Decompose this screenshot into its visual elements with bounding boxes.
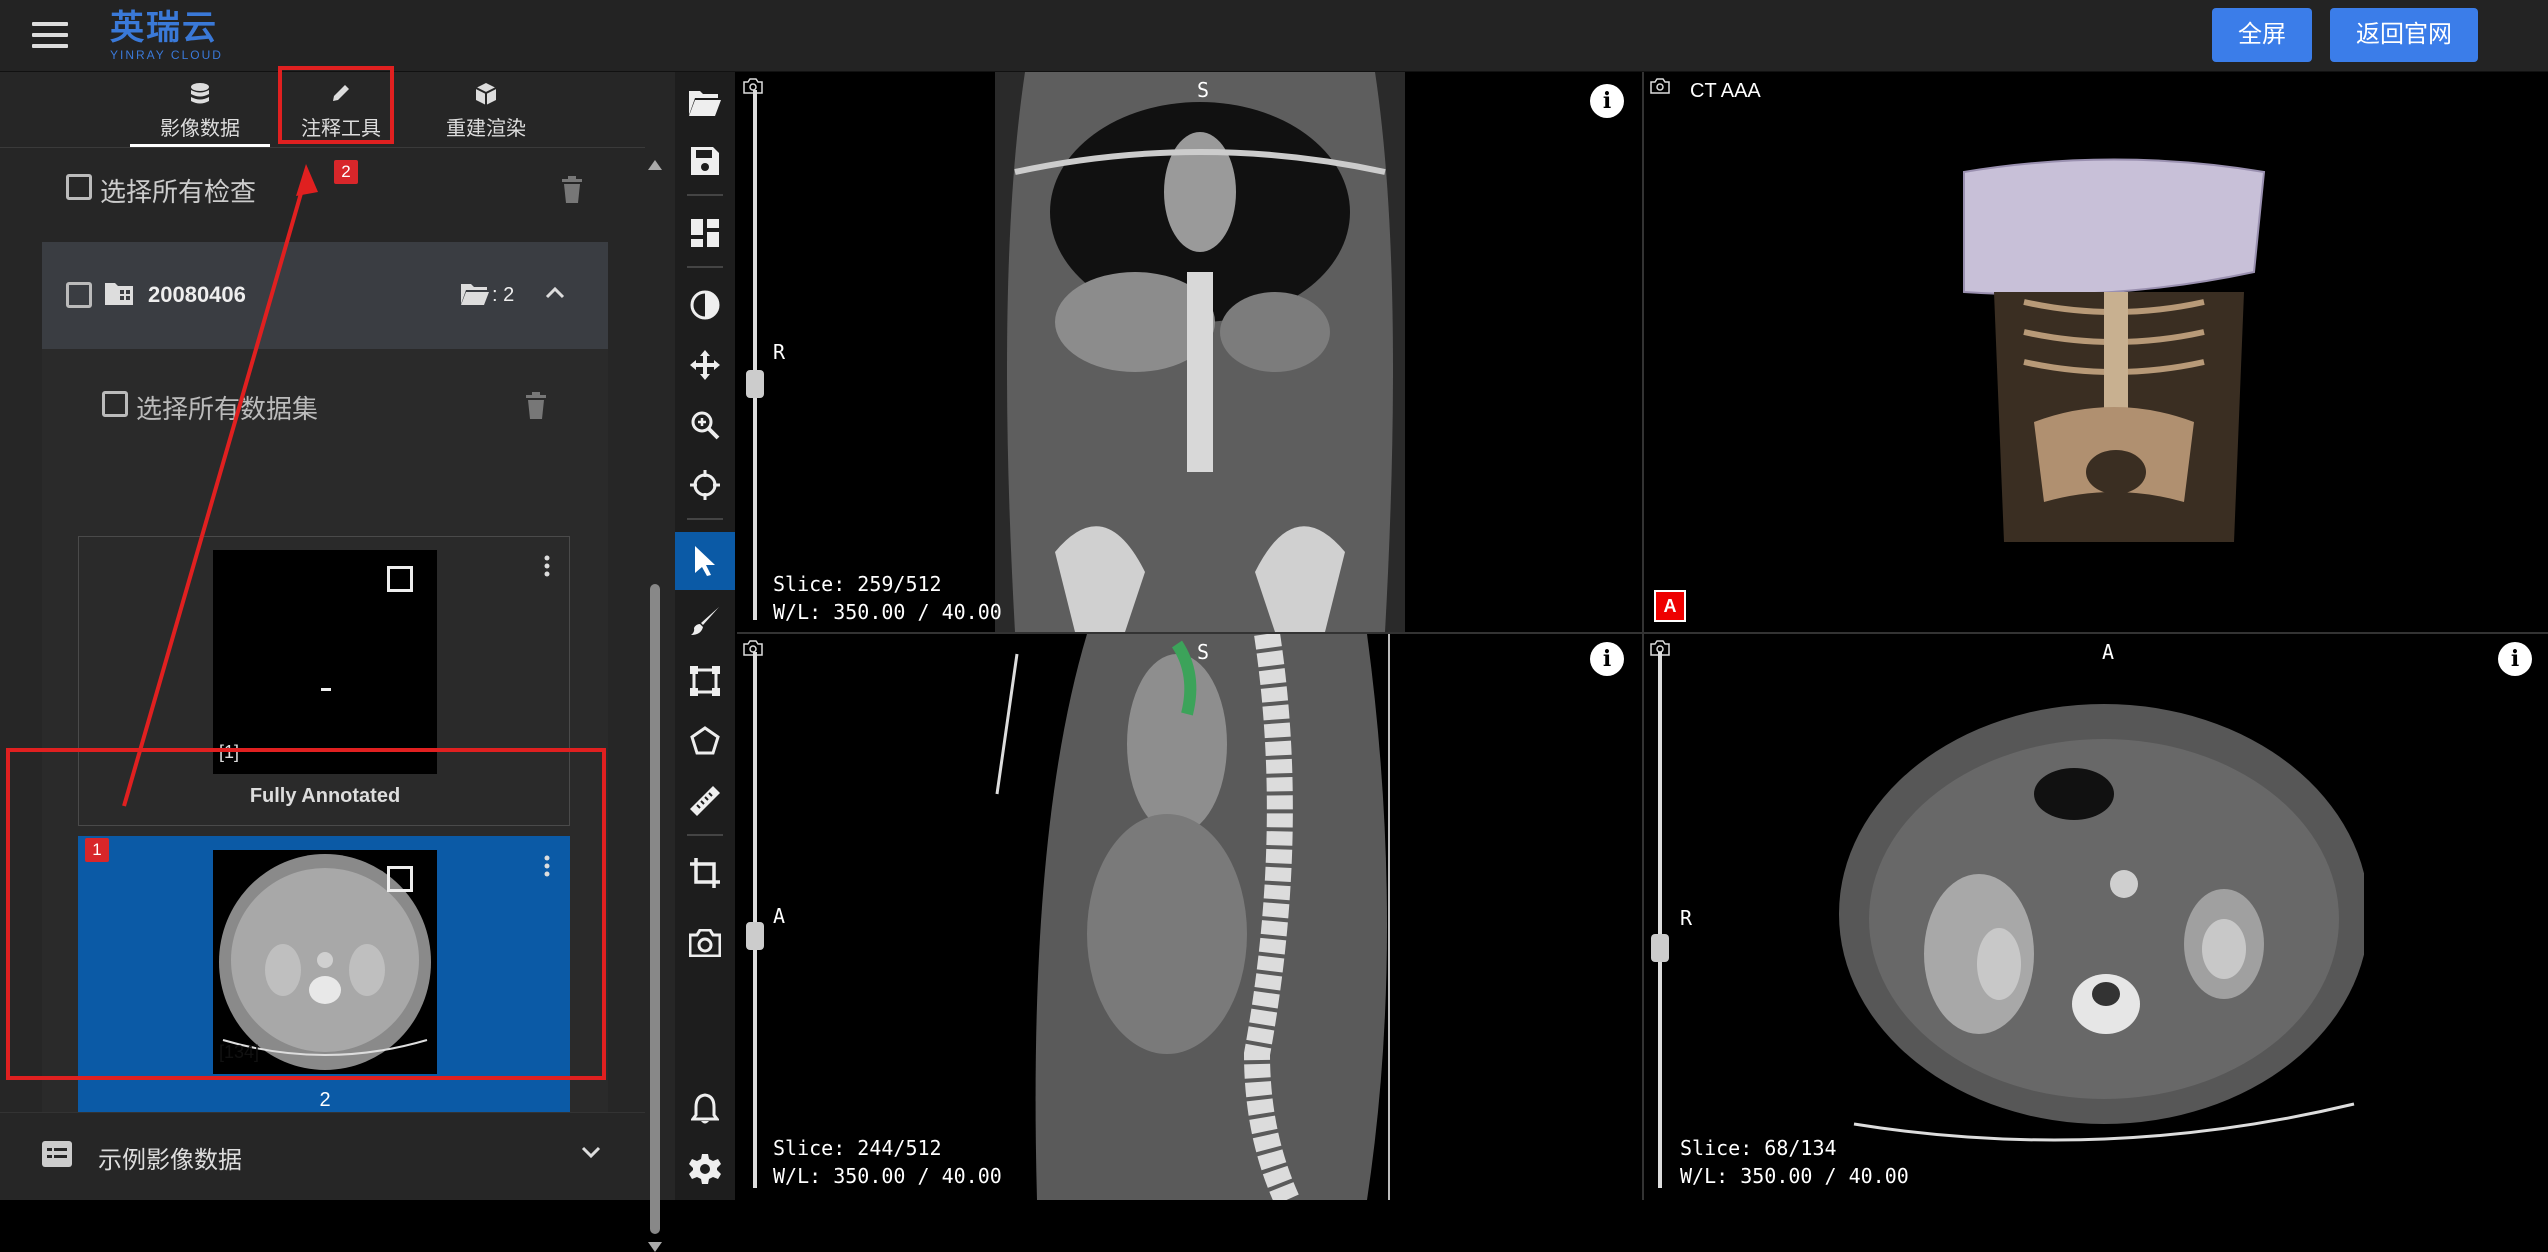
step-badge-1: 1 (85, 838, 109, 862)
crosshair-icon[interactable] (675, 456, 735, 514)
bell-icon[interactable] (675, 1080, 735, 1138)
contrast-icon[interactable] (675, 276, 735, 334)
screenshot-icon[interactable] (675, 914, 735, 972)
fullscreen-button[interactable]: 全屏 (2212, 8, 2312, 62)
orientation-left: R (773, 340, 786, 364)
viewport-coronal[interactable]: S R i Slice: 259/512 W/L: 350.00 / 40.00 (737, 72, 1642, 632)
tool-bar (675, 72, 735, 1200)
info-icon[interactable]: i (2498, 642, 2532, 676)
slice-slider-knob[interactable] (746, 922, 764, 950)
orientation-left: A (773, 904, 786, 928)
slice-slider-knob[interactable] (1651, 934, 1669, 962)
info-icon[interactable]: i (1590, 642, 1624, 676)
volume-render-image (1963, 158, 2266, 542)
slice-slider[interactable] (746, 90, 764, 620)
window-level: W/L: 350.00 / 40.00 (773, 1164, 1002, 1188)
slice-slider[interactable] (1651, 652, 1669, 1188)
bounding-box-icon[interactable] (675, 652, 735, 710)
slice-number: Slice: 68/134 (1680, 1136, 1837, 1160)
viewport-camera-icon[interactable] (1650, 78, 1670, 94)
pointer-icon[interactable] (675, 532, 735, 590)
scroll-down-icon[interactable] (648, 1242, 662, 1252)
slice-slider-knob[interactable] (746, 370, 764, 398)
orientation-top: S (1197, 640, 1210, 664)
axial-ct-image (1839, 704, 2364, 1142)
polygon-icon[interactable] (675, 712, 735, 770)
crop-icon[interactable] (675, 844, 735, 902)
open-folder-icon[interactable] (675, 74, 735, 132)
official-site-button[interactable]: 返回官网 (2330, 8, 2478, 62)
slice-number: Slice: 244/512 (773, 1136, 942, 1160)
zoom-icon[interactable] (675, 396, 735, 454)
viewport-axial[interactable]: A R i Slice: 68/134 W/L: 350.00 / 40.00 (1644, 634, 2548, 1200)
coronal-ct-image (995, 72, 1405, 632)
info-icon[interactable]: i (1590, 84, 1624, 118)
window-level: W/L: 350.00 / 40.00 (1680, 1164, 1909, 1188)
brush-icon[interactable] (675, 592, 735, 650)
ruler-icon[interactable] (675, 772, 735, 830)
slice-number: Slice: 259/512 (773, 572, 942, 596)
pan-icon[interactable] (675, 336, 735, 394)
window-level: W/L: 350.00 / 40.00 (773, 600, 1002, 624)
viewport-sagittal[interactable]: S A i Slice: 244/512 W/L: 350.00 / 40.00 (737, 634, 1642, 1200)
gear-icon[interactable] (675, 1140, 735, 1198)
orientation-top: S (1197, 78, 1210, 102)
volume-title: CT AAA (1690, 80, 1761, 102)
step-badge-2: 2 (334, 160, 358, 184)
viewport-volume-render[interactable]: CT AAA A (1644, 72, 2548, 632)
orientation-cube-icon[interactable]: A (1654, 590, 1686, 622)
sagittal-ct-image (995, 634, 1390, 1200)
orientation-left: R (1680, 906, 1693, 930)
save-icon[interactable] (675, 132, 735, 190)
slice-slider[interactable] (746, 652, 764, 1188)
orientation-top: A (2102, 640, 2115, 664)
layout-icon[interactable] (675, 204, 735, 262)
